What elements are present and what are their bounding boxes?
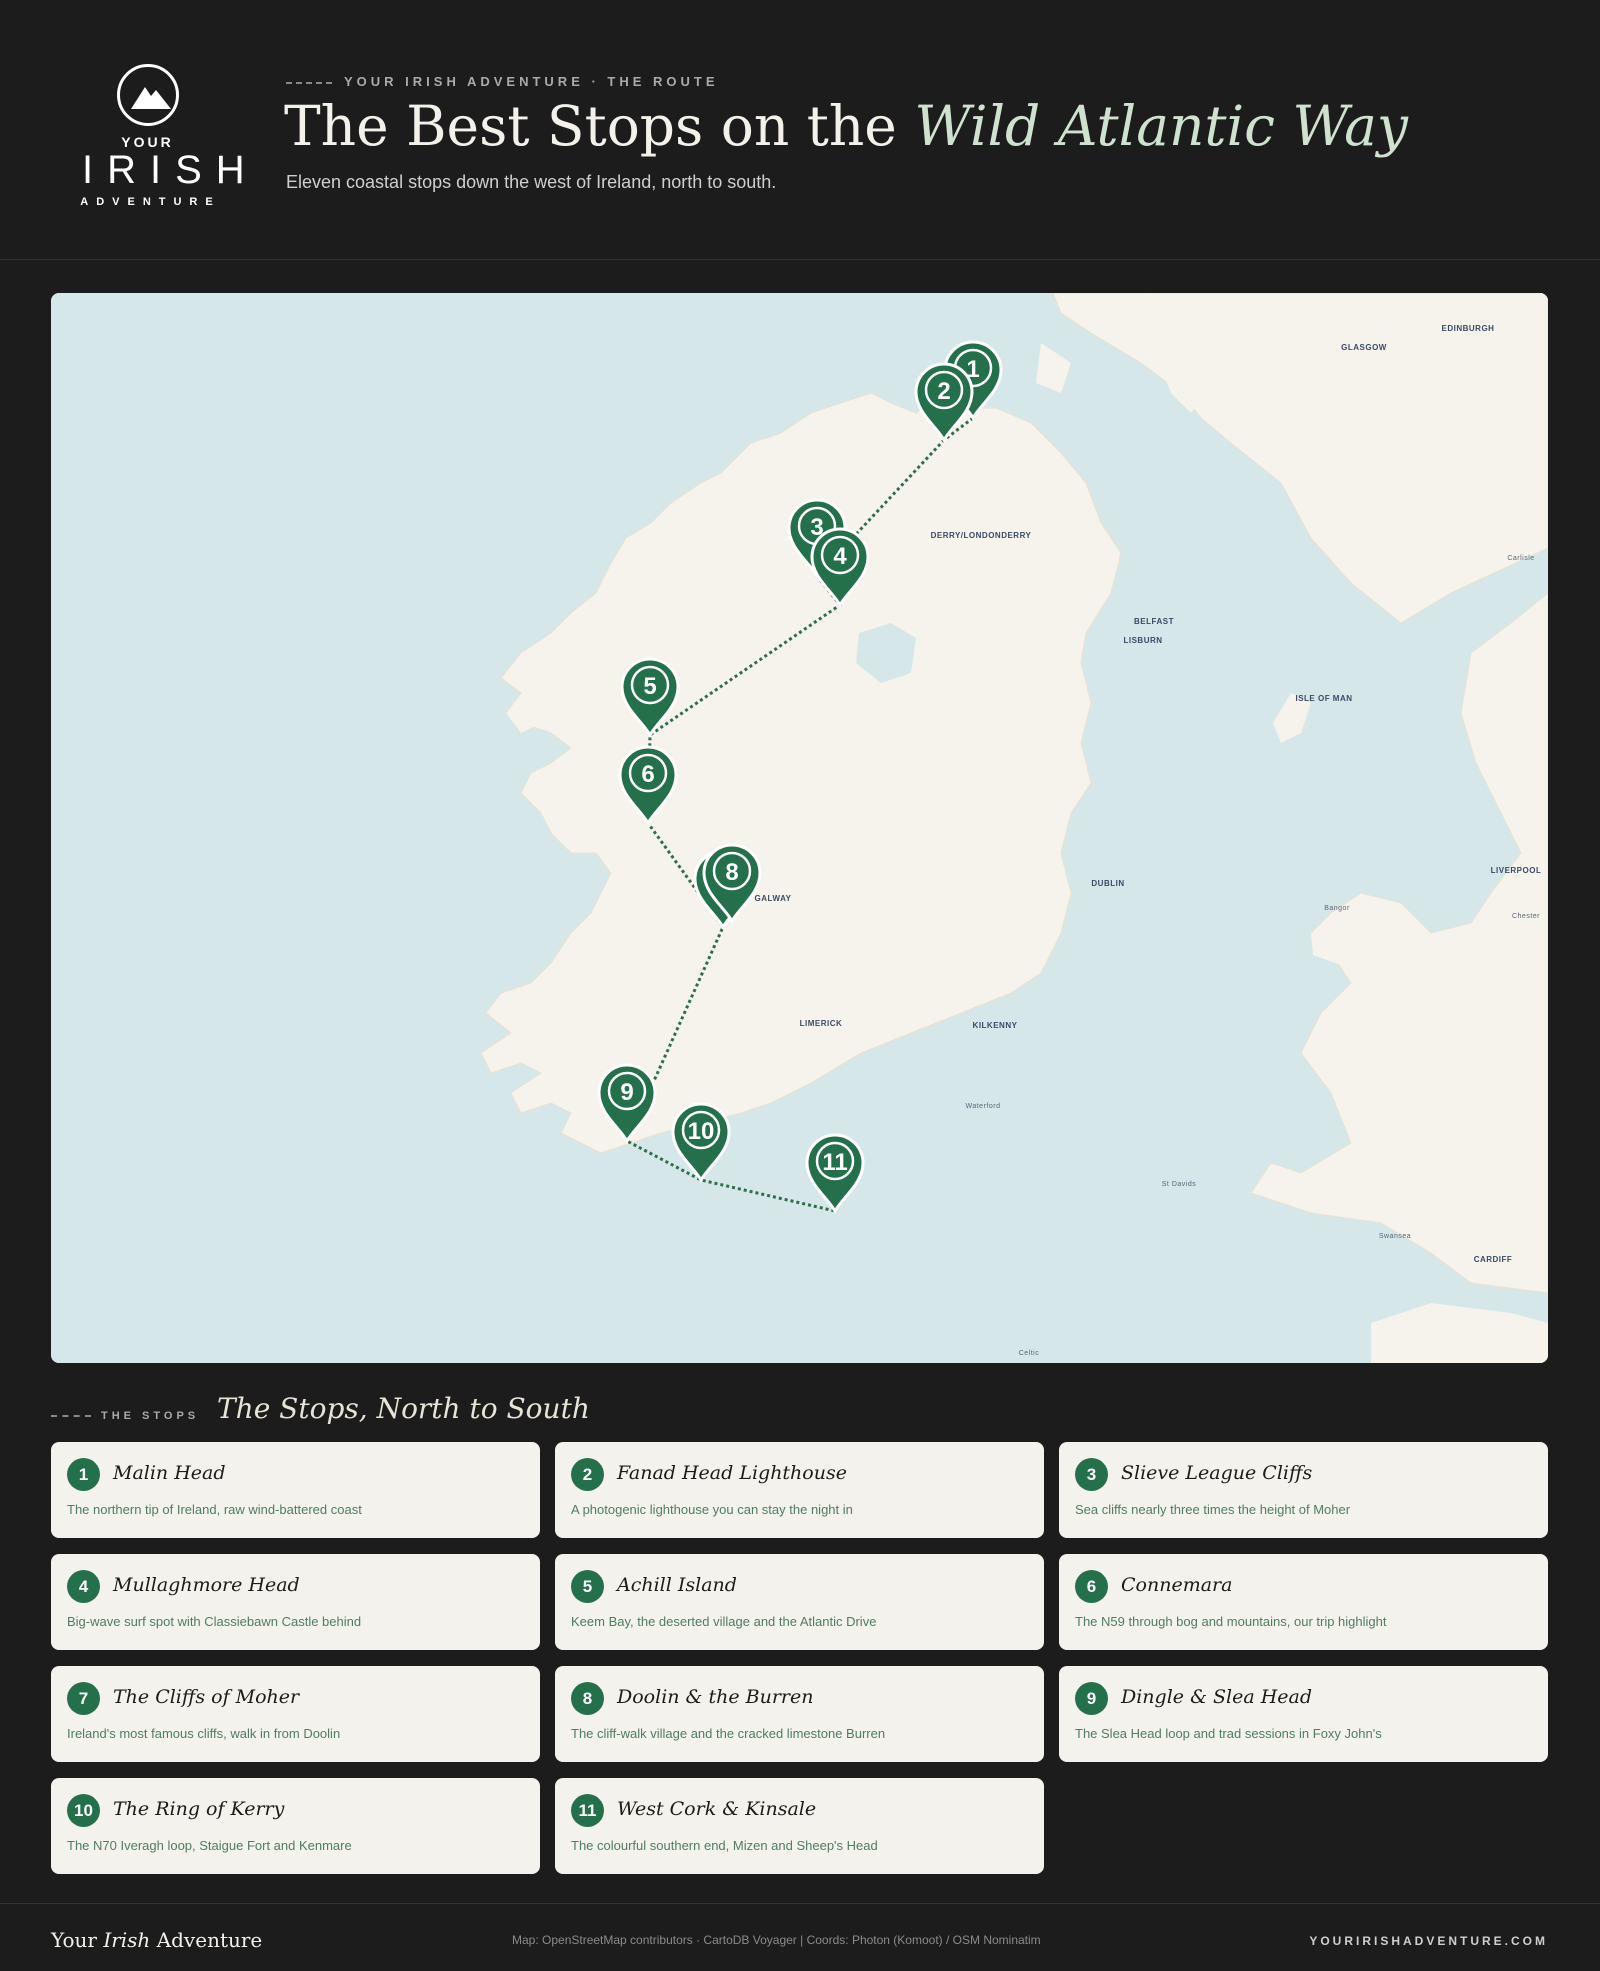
stop-card[interactable]: 1 Malin Head The northern tip of Ireland, …	[51, 1442, 540, 1538]
stop-name: Malin Head	[113, 1462, 226, 1484]
stop-card[interactable]: 9 Dingle & Slea Head The Slea Head loop an…	[1059, 1666, 1548, 1762]
stops-list: 1 Malin Head The northern tip of Ireland, …	[51, 1442, 1548, 1874]
footer-brand[interactable]: Your Irish Adventure	[51, 1928, 262, 1952]
map-canvas: EDINBURGH GLASGOW DERRY/LONDONDERRY BELFAST…	[51, 293, 1548, 1363]
stop-card[interactable]: 7 The Cliffs of Moher Ireland's most famou…	[51, 1666, 540, 1762]
stop-name: Doolin & the Burren	[617, 1686, 814, 1708]
stops-kicker: THE STOPS	[51, 1410, 199, 1422]
stop-name: Mullaghmore Head	[113, 1574, 300, 1596]
stop-description: The Slea Head loop and trad sessions in …	[1075, 1726, 1382, 1741]
stop-name: The Ring of Kerry	[113, 1798, 285, 1820]
header: YOUR IRISH ADVENTURE YOUR IRISH ADVENTUR…	[0, 0, 1600, 260]
map-marker-number: 8	[725, 859, 738, 886]
stop-name: Dingle & Slea Head	[1121, 1686, 1313, 1708]
stop-card[interactable]: 5 Achill Island Keem Bay, the deserted vil…	[555, 1554, 1044, 1650]
stop-number-badge: 7	[67, 1682, 100, 1715]
map-place-label: Bangor	[1324, 905, 1350, 912]
stop-name: West Cork & Kinsale	[617, 1798, 817, 1820]
footer: Your Irish Adventure Map: OpenStreetMap …	[0, 1903, 1600, 1971]
map-credits: Map: OpenStreetMap contributors · CartoD…	[512, 1933, 1041, 1947]
stop-card[interactable]: 6 Connemara The N59 through bog and mounta…	[1059, 1554, 1548, 1650]
stop-number-badge: 11	[571, 1794, 604, 1827]
stop-name: Slieve League Cliffs	[1121, 1462, 1313, 1484]
map-place-label: ISLE OF MAN	[1295, 694, 1352, 703]
header-kicker: YOUR IRISH ADVENTURE · THE ROUTE	[286, 74, 719, 89]
stop-name: Connemara	[1121, 1574, 1233, 1596]
map-place-label: LISBURN	[1123, 636, 1162, 645]
stop-card[interactable]: 11 West Cork & Kinsale The colourful south…	[555, 1778, 1044, 1874]
map-place-label: CARDIFF	[1474, 1255, 1513, 1264]
stop-name: Achill Island	[617, 1574, 737, 1596]
map-place-label: Chester	[1512, 913, 1540, 920]
stop-description: A photogenic lighthouse you can stay the…	[571, 1502, 853, 1517]
stop-number-badge: 9	[1075, 1682, 1108, 1715]
stop-card[interactable]: 8 Doolin & the Burren The cliff-walk villa…	[555, 1666, 1044, 1762]
map-place-label: BELFAST	[1134, 617, 1174, 626]
stop-description: The N70 Iveragh loop, Staigue Fort and K…	[67, 1838, 352, 1853]
stop-number-badge: 2	[571, 1458, 604, 1491]
stop-number-badge: 8	[571, 1682, 604, 1715]
map-place-label: EDINBURGH	[1442, 324, 1495, 333]
map-marker-number: 6	[641, 761, 654, 788]
map-marker-number: 4	[833, 543, 847, 570]
stop-description: The northern tip of Ireland, raw wind-ba…	[67, 1502, 362, 1517]
map-place-label: DUBLIN	[1091, 879, 1124, 888]
route-map[interactable]: EDINBURGH GLASGOW DERRY/LONDONDERRY BELFAST…	[51, 293, 1548, 1363]
map-place-label: GALWAY	[755, 894, 792, 903]
stop-name: Fanad Head Lighthouse	[617, 1462, 847, 1484]
stop-card[interactable]: 3 Slieve League Cliffs Sea cliffs nearly t…	[1059, 1442, 1548, 1538]
stop-card[interactable]: 10 The Ring of Kerry The N70 Iveragh loop,…	[51, 1778, 540, 1874]
map-place-label: KILKENNY	[973, 1021, 1018, 1030]
map-place-label: LIMERICK	[800, 1019, 843, 1028]
stop-description: Sea cliffs nearly three times the height…	[1075, 1502, 1351, 1517]
stop-number-badge: 10	[67, 1794, 100, 1827]
site-link[interactable]: YOURIRISHADVENTURE.COM	[1309, 1934, 1548, 1948]
mountain-logo-icon	[116, 64, 179, 126]
stop-number-badge: 4	[67, 1570, 100, 1603]
map-place-label: DERRY/LONDONDERRY	[931, 531, 1032, 540]
stop-card[interactable]: 4 Mullaghmore Head Big-wave surf spot with…	[51, 1554, 540, 1650]
map-place-label: GLASGOW	[1341, 343, 1387, 352]
stop-card[interactable]: 2 Fanad Head Lighthouse A photogenic light…	[555, 1442, 1044, 1538]
logo-adventure: ADVENTURE	[80, 196, 221, 208]
stop-description: The N59 through bog and mountains, our t…	[1075, 1614, 1387, 1629]
map-place-label: St Davids	[1162, 1181, 1196, 1188]
map-marker-number: 9	[620, 1079, 633, 1106]
map-marker-number: 5	[643, 673, 656, 700]
stop-description: Big-wave surf spot with Classiebawn Cast…	[67, 1614, 362, 1629]
map-marker-number: 2	[937, 378, 950, 405]
stop-number-badge: 5	[571, 1570, 604, 1603]
stops-title: The Stops, North to South	[217, 1392, 590, 1425]
map-place-label: Celtic	[1019, 1350, 1040, 1357]
stop-description: Ireland's most famous cliffs, walk in fr…	[67, 1726, 341, 1741]
stop-description: The colourful southern end, Mizen and Sh…	[571, 1838, 878, 1853]
map-marker-number: 11	[822, 1149, 847, 1176]
stop-number-badge: 6	[1075, 1570, 1108, 1603]
stop-description: Keem Bay, the deserted village and the A…	[571, 1614, 877, 1629]
stop-number-badge: 1	[67, 1458, 100, 1491]
page-subtitle: Eleven coastal stops down the west of Ir…	[286, 172, 777, 192]
stop-description: The cliff-walk village and the cracked l…	[571, 1726, 886, 1741]
logo[interactable]: YOUR IRISH ADVENTURE	[70, 64, 259, 208]
stop-name: The Cliffs of Moher	[113, 1686, 300, 1708]
map-marker-number: 10	[688, 1118, 715, 1145]
logo-irish: IRISH	[82, 148, 259, 192]
map-place-label: Carlisle	[1507, 555, 1534, 562]
page-title: The Best Stops on the Wild Atlantic Way	[284, 94, 1408, 158]
map-place-label: Swansea	[1379, 1233, 1411, 1240]
stop-number-badge: 3	[1075, 1458, 1108, 1491]
map-place-label: LIVERPOOL	[1491, 866, 1542, 875]
map-place-label: Waterford	[966, 1103, 1001, 1110]
